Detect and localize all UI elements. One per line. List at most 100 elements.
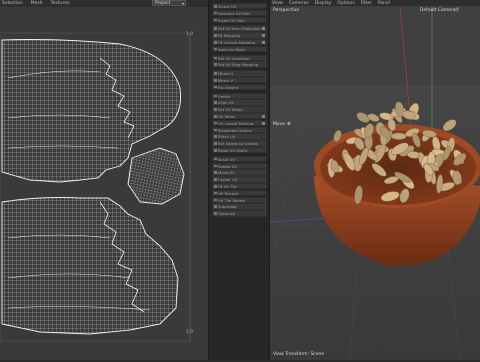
viewport-camera-label[interactable]: Default Camera bbox=[420, 8, 456, 13]
command-button[interactable]: Deselect UV Poly bbox=[212, 9, 267, 17]
command-label: Flip Seams bbox=[218, 84, 239, 90]
command-icon bbox=[214, 191, 217, 195]
command-label: Optimize bbox=[218, 211, 236, 217]
command-button[interactable]: UV Relax bbox=[212, 113, 267, 120]
command-button[interactable]: Align UV bbox=[212, 99, 267, 106]
command-label: Apply to Mesh bbox=[218, 46, 245, 52]
command-icon bbox=[214, 205, 217, 208]
command-label: Deselect UV Poly bbox=[218, 10, 251, 16]
command-button[interactable]: Set UV Relax bbox=[212, 106, 267, 113]
command-button[interactable]: Fit Canvas Mapping bbox=[212, 39, 267, 46]
command-label: Straighten Seams bbox=[218, 127, 252, 133]
command-icon bbox=[214, 121, 217, 125]
check-icon[interactable] bbox=[262, 34, 265, 38]
command-button[interactable]: Select UV bbox=[212, 3, 267, 10]
command-button[interactable]: Set Seams to Islands bbox=[212, 140, 267, 147]
uv-menu-item-selection[interactable]: Selection bbox=[2, 1, 23, 6]
uv-menu-item-textures[interactable]: Textures bbox=[51, 1, 70, 6]
command-label: UV Terrace bbox=[218, 190, 239, 196]
command-button[interactable]: Fit UV Tile bbox=[212, 183, 267, 190]
texture-dropdown[interactable]: Project ▾ bbox=[152, 0, 186, 6]
uv-canvas[interactable]: 1.0 1.0 bbox=[0, 8, 208, 360]
check-icon[interactable] bbox=[262, 115, 265, 118]
chevron-down-icon: ▾ bbox=[181, 1, 184, 6]
command-button[interactable]: Center UV bbox=[212, 176, 267, 183]
move-axis-icon[interactable]: ✥ bbox=[287, 122, 291, 127]
command-button[interactable]: Straighten Seams bbox=[212, 126, 267, 133]
viewport-menu-filter[interactable]: Filter bbox=[361, 1, 372, 6]
command-label: Unfold bbox=[218, 93, 231, 99]
command-button[interactable]: Unfold bbox=[212, 92, 267, 99]
command-button[interactable]: Scale UV bbox=[212, 155, 267, 163]
viewport-menu-view[interactable]: View bbox=[272, 1, 283, 6]
command-icon bbox=[214, 94, 217, 98]
command-label: Set Seams to Islands bbox=[218, 141, 258, 147]
check-icon[interactable] bbox=[262, 27, 265, 31]
command-icon bbox=[214, 149, 217, 152]
command-icon bbox=[214, 198, 217, 202]
viewport-menu-options[interactable]: Options bbox=[337, 1, 354, 6]
command-icon bbox=[214, 101, 217, 104]
viewport-view-name: Perspective bbox=[273, 8, 300, 13]
command-label: Rotate UV bbox=[218, 163, 238, 169]
command-icon bbox=[214, 11, 217, 15]
viewport-footer-status: View Transform: Scene bbox=[273, 352, 325, 357]
command-label: Set UV Relax bbox=[218, 107, 243, 113]
check-icon[interactable] bbox=[262, 41, 265, 44]
command-label: Center UV bbox=[218, 177, 238, 183]
command-button[interactable]: Mirror V bbox=[212, 77, 267, 84]
command-icon bbox=[214, 27, 217, 30]
command-button[interactable]: Set UV Selection bbox=[212, 54, 267, 61]
uv-layout-svg bbox=[0, 32, 191, 342]
uv-island-bottom[interactable] bbox=[0, 194, 190, 339]
command-label: Set UV from Projection bbox=[218, 26, 261, 32]
command-button[interactable]: Stitch UV bbox=[212, 133, 267, 140]
viewport-menu-cameras[interactable]: Cameras bbox=[289, 1, 309, 6]
camera-icon: ⦿ bbox=[455, 8, 460, 13]
check-icon[interactable] bbox=[262, 121, 265, 125]
command-button[interactable]: Set UV from Projection bbox=[212, 25, 267, 32]
command-icon bbox=[214, 115, 217, 118]
command-icon bbox=[214, 63, 217, 66]
command-button[interactable]: UV Tile Rotate bbox=[212, 196, 267, 203]
command-button[interactable]: Subdivide bbox=[212, 203, 267, 210]
command-button[interactable]: Apply to Mesh bbox=[212, 45, 267, 53]
viewport-canvas[interactable]: Perspective Default Camera ⦿ Move ✥ View… bbox=[270, 6, 480, 360]
command-label: Invert UV Poly bbox=[218, 17, 245, 23]
command-button[interactable]: UV Terrace bbox=[212, 189, 267, 197]
uv-command-panel: Select UV Deselect UV Poly Invert UV Poly S… bbox=[208, 0, 270, 360]
command-button[interactable]: Fit Mapping bbox=[212, 32, 267, 39]
uv-axis-label-top: 1.0 bbox=[186, 32, 194, 37]
command-icon bbox=[214, 72, 217, 75]
command-icon bbox=[214, 157, 217, 161]
viewport-menu-panel[interactable]: Panel bbox=[378, 1, 390, 6]
uv-menu-item-mesh[interactable]: Mesh bbox=[31, 1, 43, 6]
command-label: UV Relax bbox=[218, 114, 236, 119]
command-icon bbox=[214, 185, 217, 188]
command-label: Fit Canvas Mapping bbox=[218, 40, 256, 45]
command-label: Mirror U bbox=[218, 71, 234, 77]
command-label: UV Tile Rotate bbox=[218, 197, 245, 203]
command-label: Fit UV Tile bbox=[218, 184, 237, 189]
command-button[interactable]: UV Layout Packing bbox=[212, 119, 267, 127]
texture-dropdown-value: Project bbox=[155, 1, 171, 6]
command-button[interactable]: Rotate UV bbox=[212, 162, 267, 169]
command-button[interactable]: Invert UV Poly bbox=[212, 16, 267, 23]
command-label: Fit Mapping bbox=[218, 33, 240, 39]
command-button[interactable]: Relax UV Shells bbox=[212, 147, 267, 154]
command-icon bbox=[214, 128, 217, 132]
command-icon bbox=[214, 85, 217, 89]
command-label: Relax UV Shells bbox=[218, 148, 248, 153]
viewport-menu-display[interactable]: Display bbox=[315, 1, 332, 6]
command-button[interactable]: Move UV bbox=[212, 169, 267, 176]
command-button[interactable]: Set UV Ring Mapping bbox=[212, 61, 267, 68]
command-label: Stitch UV bbox=[218, 134, 236, 140]
command-button[interactable]: Optimize bbox=[212, 210, 267, 217]
command-icon bbox=[214, 79, 217, 82]
command-icon bbox=[214, 18, 217, 22]
command-label: UV Layout Packing bbox=[218, 120, 254, 126]
uv-island-small[interactable] bbox=[126, 146, 186, 206]
command-icon bbox=[214, 5, 217, 8]
command-button[interactable]: Flip Seams bbox=[212, 83, 267, 91]
command-button[interactable]: Mirror U bbox=[212, 70, 267, 77]
